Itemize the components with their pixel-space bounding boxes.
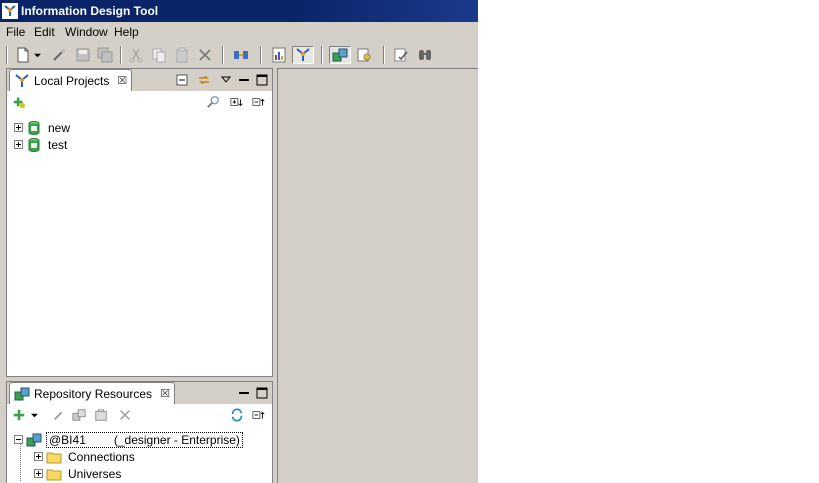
tree-item-label: Universes bbox=[68, 466, 122, 481]
session-icon bbox=[26, 433, 42, 446]
dropdown-arrow-icon[interactable] bbox=[29, 407, 39, 423]
close-icon[interactable]: ☒ bbox=[117, 74, 127, 87]
window-title: Information Design Tool bbox=[21, 4, 159, 18]
connect-icon[interactable] bbox=[232, 46, 250, 64]
local-projects-icon bbox=[15, 73, 29, 87]
edit-icon[interactable] bbox=[51, 407, 67, 423]
close-icon[interactable]: ☒ bbox=[160, 387, 170, 400]
tab-label: Local Projects bbox=[34, 73, 110, 88]
check-integrity-icon[interactable] bbox=[392, 46, 410, 64]
project-icon bbox=[28, 120, 40, 135]
toolbar-separator bbox=[120, 46, 122, 64]
collapse-icon[interactable] bbox=[14, 435, 23, 444]
expand-icon[interactable] bbox=[14, 140, 23, 149]
report-icon[interactable] bbox=[270, 46, 288, 64]
tree-item-folder[interactable]: Universes bbox=[34, 465, 123, 482]
app-window: Information Design Tool File Edit Window… bbox=[0, 0, 478, 483]
dropdown-arrow-icon[interactable] bbox=[32, 46, 42, 64]
expand-icon[interactable] bbox=[34, 452, 43, 461]
minimize-icon[interactable] bbox=[237, 386, 251, 400]
collapse-all-icon[interactable] bbox=[175, 73, 189, 87]
expand-icon[interactable] bbox=[14, 123, 23, 132]
repository-tree: @BI41 (_designer - Enterprise) Connection… bbox=[7, 429, 272, 483]
local-projects-panel: Local Projects ☒ new test bbox=[6, 68, 273, 377]
find-icon[interactable] bbox=[416, 46, 434, 64]
session-label: @BI41 (_designer - Enterprise) bbox=[46, 431, 243, 448]
toolbar-separator bbox=[321, 46, 323, 64]
local-projects-tree: new test bbox=[7, 115, 272, 376]
paste-icon[interactable] bbox=[173, 46, 191, 64]
main-toolbar bbox=[0, 42, 478, 68]
delete-icon[interactable] bbox=[117, 407, 133, 423]
tree-item-label: new bbox=[48, 120, 71, 135]
view-menu-icon[interactable] bbox=[219, 73, 233, 87]
delete-icon[interactable] bbox=[196, 46, 214, 64]
toolbar-separator bbox=[222, 46, 224, 64]
new-icon[interactable] bbox=[14, 46, 32, 64]
security-icon[interactable] bbox=[355, 46, 373, 64]
menu-help[interactable]: Help bbox=[114, 25, 139, 39]
tree-item-project[interactable]: test bbox=[14, 136, 69, 153]
folder-icon bbox=[46, 452, 62, 463]
title-bar[interactable]: Information Design Tool bbox=[0, 0, 478, 22]
menu-bar: File Edit Window Help bbox=[0, 22, 478, 42]
expand-icon[interactable] bbox=[34, 469, 43, 478]
repository-toolbar bbox=[7, 404, 272, 426]
repository-resources-panel: Repository Resources ☒ @BI41 (_designer … bbox=[6, 381, 273, 483]
toolbar-separator bbox=[383, 46, 385, 64]
tab-local-projects[interactable]: Local Projects ☒ bbox=[9, 69, 133, 91]
tree-item-label: test bbox=[48, 137, 68, 152]
expand-all-icon[interactable] bbox=[229, 94, 245, 110]
cut-icon[interactable] bbox=[127, 46, 145, 64]
project-icon bbox=[28, 137, 40, 152]
toolbar-separator bbox=[6, 46, 8, 64]
menu-edit[interactable]: Edit bbox=[34, 25, 55, 39]
session-name: @BI41 bbox=[49, 432, 86, 447]
minimize-icon[interactable] bbox=[237, 73, 251, 87]
editor-area bbox=[277, 68, 478, 483]
tree-item-folder[interactable]: Connections bbox=[34, 448, 137, 465]
collapse-tree-icon[interactable] bbox=[251, 407, 267, 423]
repository-resources-icon bbox=[14, 387, 30, 400]
tab-label: Repository Resources bbox=[34, 386, 153, 401]
app-logo-icon bbox=[2, 3, 18, 19]
maximize-icon[interactable] bbox=[255, 386, 269, 400]
save-all-icon[interactable] bbox=[96, 46, 114, 64]
tree-item-label: Connections bbox=[68, 449, 135, 464]
refresh-icon[interactable] bbox=[229, 407, 245, 423]
tree-item-project[interactable]: new bbox=[14, 119, 72, 136]
search-icon[interactable] bbox=[205, 94, 221, 110]
copy-icon[interactable] bbox=[150, 46, 168, 64]
perspective-icon[interactable] bbox=[292, 46, 314, 64]
tab-repository-resources[interactable]: Repository Resources ☒ bbox=[9, 382, 175, 404]
collapse-tree-icon[interactable] bbox=[251, 94, 267, 110]
repository-header: Repository Resources ☒ bbox=[7, 382, 272, 404]
link-with-editor-icon[interactable] bbox=[197, 73, 211, 87]
toolbar-separator bbox=[260, 46, 262, 64]
save-icon[interactable] bbox=[74, 46, 92, 64]
new-project-icon[interactable] bbox=[11, 94, 27, 110]
wand-icon[interactable] bbox=[50, 46, 68, 64]
add-session-icon[interactable] bbox=[11, 407, 27, 423]
menu-window[interactable]: Window bbox=[65, 25, 108, 39]
session-icon[interactable] bbox=[71, 407, 87, 423]
menu-file[interactable]: File bbox=[6, 25, 25, 39]
maximize-icon[interactable] bbox=[255, 73, 269, 87]
local-projects-header: Local Projects ☒ bbox=[7, 69, 272, 91]
folder-icon bbox=[46, 469, 62, 480]
tree-item-session[interactable]: @BI41 (_designer - Enterprise) bbox=[14, 431, 243, 448]
publish-icon[interactable] bbox=[93, 407, 109, 423]
session-user: (_designer - Enterprise) bbox=[113, 432, 240, 447]
tree-guide-line bbox=[20, 443, 21, 481]
local-projects-toolbar bbox=[7, 91, 272, 113]
repository-icon[interactable] bbox=[329, 46, 351, 64]
